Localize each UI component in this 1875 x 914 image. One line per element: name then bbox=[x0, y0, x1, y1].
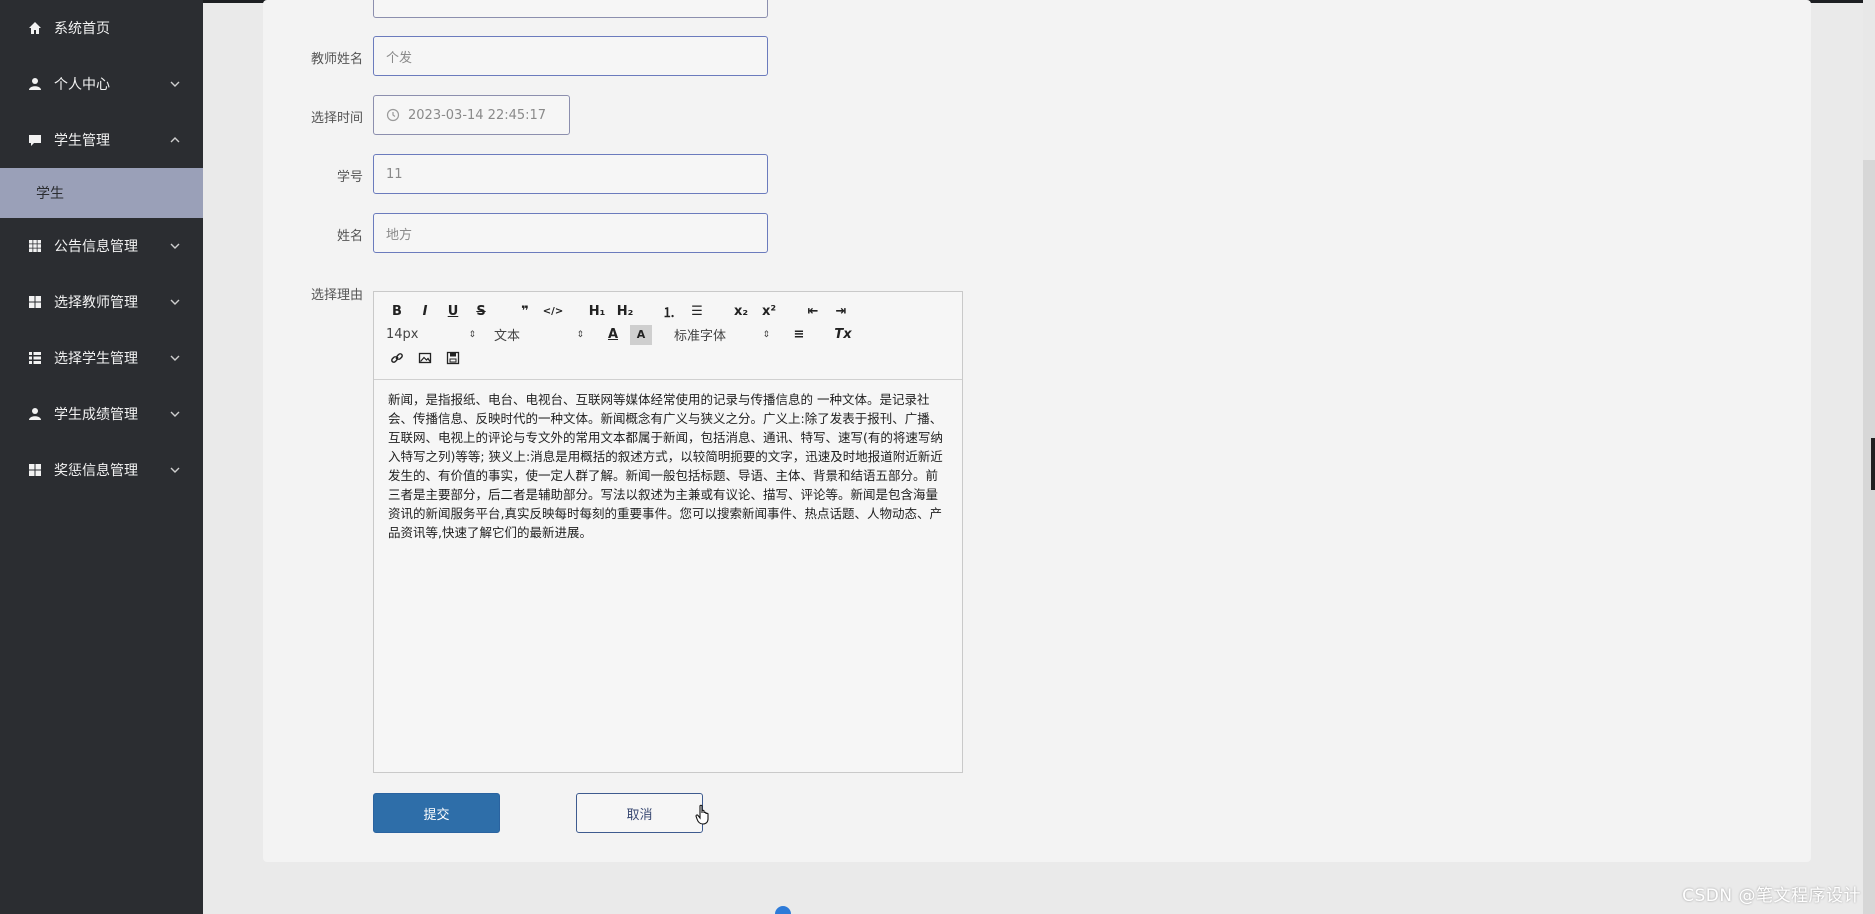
italic-button[interactable]: I bbox=[414, 302, 436, 322]
text-color-button[interactable]: A bbox=[602, 325, 624, 345]
editor-toolbar: B I U S ❞ </> H₁ H₂ ⒈ ☰ x₂ x² ⇤ ⇥ 14px ⇕… bbox=[374, 292, 962, 380]
sidebar-item-label: 奖惩信息管理 bbox=[54, 463, 138, 479]
select-arrows-icon: ⇕ bbox=[468, 329, 476, 340]
sidebar: 系统首页 个人中心 学生管理 学生 公告信息管理 选择教师管理 选择学生管理 学… bbox=[0, 0, 203, 914]
sidebar-item-select-teacher-management[interactable]: 选择教师管理 bbox=[0, 274, 203, 330]
sidebar-item-label: 系统首页 bbox=[54, 21, 110, 37]
chevron-down-icon bbox=[169, 78, 181, 90]
list-icon bbox=[28, 351, 42, 365]
sidebar-item-label: 学生管理 bbox=[54, 133, 110, 149]
align-button[interactable]: ≡ bbox=[788, 325, 810, 345]
chevron-down-icon bbox=[169, 240, 181, 252]
submit-button[interactable]: 提交 bbox=[373, 793, 500, 833]
chevron-down-icon bbox=[169, 408, 181, 420]
font-family-select[interactable]: 标准字体 ⇕ bbox=[674, 325, 770, 345]
strike-button[interactable]: S bbox=[470, 302, 492, 322]
background-color-button[interactable]: A bbox=[630, 324, 652, 345]
sidebar-item-label: 选择学生管理 bbox=[54, 351, 138, 367]
student-no-input[interactable]: 11 bbox=[373, 154, 768, 194]
grid-icon bbox=[28, 239, 42, 253]
hand-cursor-icon bbox=[695, 804, 711, 826]
video-icon[interactable] bbox=[442, 348, 464, 368]
sidebar-item-label: 个人中心 bbox=[54, 77, 110, 93]
sidebar-item-reward-punishment-management[interactable]: 奖惩信息管理 bbox=[0, 442, 203, 498]
header-select[interactable]: 文本 ⇕ bbox=[494, 325, 584, 345]
sidebar-item-label: 选择教师管理 bbox=[54, 295, 138, 311]
editor-content[interactable]: 新闻，是指报纸、电台、电视台、互联网等媒体经常使用的记录与传播信息的 一种文体。… bbox=[374, 380, 962, 552]
student-no-label: 学号 bbox=[336, 170, 363, 185]
select-time-label: 选择时间 bbox=[310, 111, 363, 126]
select-time-picker[interactable]: 2023-03-14 22:45:17 bbox=[373, 95, 570, 135]
link-icon[interactable] bbox=[386, 348, 408, 368]
h1-button[interactable]: H₁ bbox=[586, 302, 608, 322]
select-arrows-icon: ⇕ bbox=[762, 329, 770, 340]
form-card: 教师姓名 个发 选择时间 2023-03-14 22:45:17 学号 11 姓… bbox=[263, 0, 1811, 862]
reason-label: 选择理由 bbox=[310, 288, 363, 303]
status-dot bbox=[775, 906, 791, 914]
top-partial-input[interactable] bbox=[373, 0, 768, 18]
teacher-name-label: 教师姓名 bbox=[310, 52, 363, 67]
user-icon bbox=[28, 407, 42, 421]
bold-button[interactable]: B bbox=[386, 302, 408, 322]
outdent-button[interactable]: ⇤ bbox=[802, 302, 824, 322]
bullet-list-button[interactable]: ☰ bbox=[686, 302, 708, 322]
superscript-button[interactable]: x² bbox=[758, 302, 780, 322]
home-icon bbox=[28, 21, 42, 35]
h2-button[interactable]: H₂ bbox=[614, 302, 636, 322]
watermark: CSDN @笔文程序设计 bbox=[1682, 886, 1861, 906]
name-input[interactable]: 地方 bbox=[373, 213, 768, 253]
rich-text-editor: B I U S ❞ </> H₁ H₂ ⒈ ☰ x₂ x² ⇤ ⇥ 14px ⇕… bbox=[373, 291, 963, 773]
indent-button[interactable]: ⇥ bbox=[830, 302, 852, 322]
sidebar-item-student-management[interactable]: 学生管理 bbox=[0, 112, 203, 168]
main-content: 教师姓名 个发 选择时间 2023-03-14 22:45:17 学号 11 姓… bbox=[203, 0, 1875, 914]
cancel-button[interactable]: 取消 bbox=[576, 793, 703, 833]
grid-icon bbox=[28, 295, 42, 309]
chevron-up-icon bbox=[169, 134, 181, 146]
ordered-list-button[interactable]: ⒈ bbox=[658, 302, 680, 322]
sidebar-subitem-student[interactable]: 学生 bbox=[0, 168, 203, 218]
grid-icon bbox=[28, 463, 42, 477]
name-label: 姓名 bbox=[336, 229, 363, 244]
underline-button[interactable]: U bbox=[442, 302, 464, 322]
chevron-down-icon bbox=[169, 464, 181, 476]
sidebar-item-label: 学生成绩管理 bbox=[54, 407, 138, 423]
scrollbar-thumb[interactable] bbox=[1863, 160, 1875, 914]
clock-icon bbox=[386, 108, 400, 122]
sidebar-item-select-student-management[interactable]: 选择学生管理 bbox=[0, 330, 203, 386]
chevron-down-icon bbox=[169, 352, 181, 364]
subscript-button[interactable]: x₂ bbox=[730, 302, 752, 322]
select-arrows-icon: ⇕ bbox=[576, 329, 584, 340]
sidebar-item-notice-management[interactable]: 公告信息管理 bbox=[0, 218, 203, 274]
chat-icon bbox=[28, 133, 42, 147]
font-size-select[interactable]: 14px ⇕ bbox=[386, 325, 476, 345]
image-icon[interactable] bbox=[414, 348, 436, 368]
sidebar-item-home[interactable]: 系统首页 bbox=[0, 0, 203, 56]
clean-format-button[interactable]: Tx bbox=[832, 325, 854, 345]
code-block-button[interactable]: </> bbox=[542, 302, 564, 322]
select-time-value: 2023-03-14 22:45:17 bbox=[408, 107, 547, 123]
teacher-name-input[interactable]: 个发 bbox=[373, 36, 768, 76]
user-icon bbox=[28, 77, 42, 91]
blockquote-button[interactable]: ❞ bbox=[514, 302, 536, 322]
sidebar-item-label: 公告信息管理 bbox=[54, 239, 138, 255]
sidebar-item-personal-center[interactable]: 个人中心 bbox=[0, 56, 203, 112]
sidebar-item-student-score-management[interactable]: 学生成绩管理 bbox=[0, 386, 203, 442]
scrollbar-marker bbox=[1871, 438, 1875, 490]
chevron-down-icon bbox=[169, 296, 181, 308]
